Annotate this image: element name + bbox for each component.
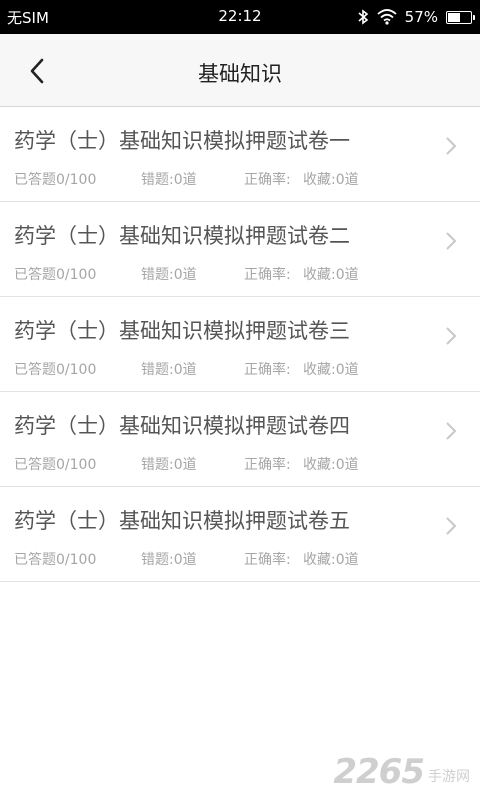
answered-count: 已答题0/100 bbox=[14, 552, 97, 568]
bluetooth-icon bbox=[358, 9, 368, 25]
answered-count: 已答题0/100 bbox=[14, 362, 97, 378]
nav-bar: 基础知识 bbox=[0, 34, 480, 107]
list-item[interactable]: 药学（士）基础知识模拟押题试卷五 已答题0/100 错题:0道 正确率: 收藏:… bbox=[0, 487, 480, 582]
paper-list: 药学（士）基础知识模拟押题试卷一 已答题0/100 错题:0道 正确率: 收藏:… bbox=[0, 107, 480, 582]
answered-count: 已答题0/100 bbox=[14, 172, 97, 188]
accuracy-label: 正确率: bbox=[244, 362, 291, 378]
chevron-right-icon bbox=[446, 137, 457, 155]
favorites-count: 收藏:0道 bbox=[303, 172, 359, 188]
chevron-right-icon bbox=[446, 232, 457, 250]
list-item[interactable]: 药学（士）基础知识模拟押题试卷四 已答题0/100 错题:0道 正确率: 收藏:… bbox=[0, 392, 480, 487]
list-item[interactable]: 药学（士）基础知识模拟押题试卷二 已答题0/100 错题:0道 正确率: 收藏:… bbox=[0, 202, 480, 297]
list-item[interactable]: 药学（士）基础知识模拟押题试卷一 已答题0/100 错题:0道 正确率: 收藏:… bbox=[0, 107, 480, 202]
paper-title: 药学（士）基础知识模拟押题试卷三 bbox=[14, 319, 350, 343]
accuracy-label: 正确率: bbox=[244, 552, 291, 568]
battery-icon bbox=[446, 10, 475, 24]
page-title: 基础知识 bbox=[198, 62, 282, 86]
chevron-right-icon bbox=[446, 327, 457, 345]
wrong-count: 错题:0道 bbox=[141, 362, 197, 378]
status-icons: 57% bbox=[357, 6, 475, 28]
chevron-right-icon bbox=[446, 422, 457, 440]
battery-percent: 57% bbox=[404, 8, 438, 26]
favorites-count: 收藏:0道 bbox=[303, 552, 359, 568]
paper-title: 药学（士）基础知识模拟押题试卷一 bbox=[14, 129, 350, 153]
wrong-count: 错题:0道 bbox=[141, 552, 197, 568]
answered-count: 已答题0/100 bbox=[14, 457, 97, 473]
accuracy-label: 正确率: bbox=[244, 172, 291, 188]
favorites-count: 收藏:0道 bbox=[303, 457, 359, 473]
favorites-count: 收藏:0道 bbox=[303, 362, 359, 378]
chevron-right-icon bbox=[446, 517, 457, 535]
answered-count: 已答题0/100 bbox=[14, 267, 97, 283]
paper-title: 药学（士）基础知识模拟押题试卷五 bbox=[14, 509, 350, 533]
wrong-count: 错题:0道 bbox=[141, 172, 197, 188]
wrong-count: 错题:0道 bbox=[141, 457, 197, 473]
favorites-count: 收藏:0道 bbox=[303, 267, 359, 283]
wifi-icon bbox=[377, 9, 397, 25]
watermark: 2265 手游网 bbox=[333, 752, 470, 792]
watermark-number: 2265 bbox=[333, 752, 425, 792]
list-item[interactable]: 药学（士）基础知识模拟押题试卷三 已答题0/100 错题:0道 正确率: 收藏:… bbox=[0, 297, 480, 392]
wrong-count: 错题:0道 bbox=[141, 267, 197, 283]
watermark-text: 手游网 bbox=[428, 769, 470, 785]
paper-title: 药学（士）基础知识模拟押题试卷二 bbox=[14, 224, 350, 248]
paper-title: 药学（士）基础知识模拟押题试卷四 bbox=[14, 414, 350, 438]
status-bar: 无SIM 22:12 57% bbox=[0, 0, 480, 34]
accuracy-label: 正确率: bbox=[244, 267, 291, 283]
accuracy-label: 正确率: bbox=[244, 457, 291, 473]
battery-fill bbox=[448, 12, 460, 22]
